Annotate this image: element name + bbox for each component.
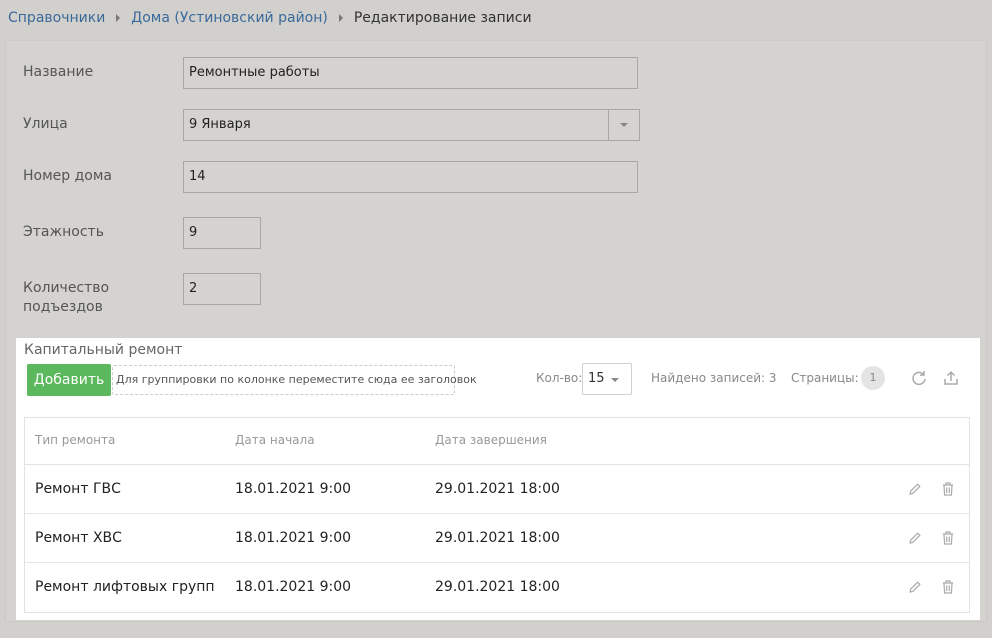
table-row[interactable]: Ремонт ГВС 18.01.2021 9:00 29.01.2021 18… xyxy=(25,465,969,514)
table-row[interactable]: Ремонт лифтовых групп 18.01.2021 9:00 29… xyxy=(25,563,969,612)
cell-start: 18.01.2021 9:00 xyxy=(235,579,352,595)
street-select[interactable]: 9 Января xyxy=(183,109,640,141)
floors-label: Этажность xyxy=(23,224,104,240)
name-input[interactable]: Ремонтные работы xyxy=(183,57,638,89)
street-dropdown-button[interactable] xyxy=(608,110,639,140)
table-header: Тип ремонта Дата начала Дата завершения xyxy=(25,418,969,465)
column-header-end[interactable]: Дата завершения xyxy=(435,433,547,447)
cell-type: Ремонт ГВС xyxy=(35,481,121,497)
page-number-button[interactable]: 1 xyxy=(861,366,885,390)
column-header-type[interactable]: Тип ремонта xyxy=(35,433,115,447)
trash-icon[interactable] xyxy=(939,528,957,548)
breadcrumb-separator-icon xyxy=(338,14,343,22)
entrances-label-line1: Количество xyxy=(23,280,110,296)
refresh-icon[interactable] xyxy=(909,368,929,388)
cell-type: Ремонт лифтовых групп xyxy=(35,579,215,595)
breadcrumb-link-directories[interactable]: Справочники xyxy=(8,10,105,26)
pencil-icon[interactable] xyxy=(906,479,924,499)
repairs-table: Тип ремонта Дата начала Дата завершения … xyxy=(24,417,970,613)
breadcrumb-separator-icon xyxy=(116,14,121,22)
pencil-icon[interactable] xyxy=(906,528,924,548)
entrances-label-line2: подъездов xyxy=(23,299,103,315)
street-select-value: 9 Января xyxy=(189,117,251,132)
records-found-text: Найдено записей: 3 xyxy=(651,371,777,385)
floors-input[interactable]: 9 xyxy=(183,217,261,249)
street-label: Улица xyxy=(23,116,68,132)
name-label: Название xyxy=(23,64,94,80)
cell-end: 29.01.2021 18:00 xyxy=(435,530,560,546)
house-number-label: Номер дома xyxy=(23,168,112,184)
pages-label: Страницы: xyxy=(791,371,859,385)
house-number-input[interactable]: 14 xyxy=(183,161,638,193)
group-drop-zone[interactable]: Для группировки по колонке переместите с… xyxy=(112,365,477,395)
chevron-down-icon xyxy=(620,123,628,127)
trash-icon[interactable] xyxy=(939,479,957,499)
capital-repair-section: Капитальный ремонт Добавить Для группиро… xyxy=(16,338,980,620)
entrances-input[interactable]: 2 xyxy=(183,273,261,305)
column-header-start[interactable]: Дата начала xyxy=(235,433,315,447)
trash-icon[interactable] xyxy=(939,577,957,597)
table-row[interactable]: Ремонт ХВС 18.01.2021 9:00 29.01.2021 18… xyxy=(25,514,969,563)
entrances-label: Количество подъездов xyxy=(23,279,109,317)
cell-end: 29.01.2021 18:00 xyxy=(435,579,560,595)
export-icon[interactable] xyxy=(941,368,961,388)
page-size-value: 15 xyxy=(588,371,605,386)
cell-start: 18.01.2021 9:00 xyxy=(235,481,352,497)
cell-type: Ремонт ХВС xyxy=(35,530,122,546)
pencil-icon[interactable] xyxy=(906,577,924,597)
cell-start: 18.01.2021 9:00 xyxy=(235,530,352,546)
section-title: Капитальный ремонт xyxy=(24,342,183,358)
cell-end: 29.01.2021 18:00 xyxy=(435,481,560,497)
page-size-select[interactable]: 15 xyxy=(582,363,632,395)
breadcrumb-link-houses[interactable]: Дома (Устиновский район) xyxy=(131,10,328,26)
add-button[interactable]: Добавить xyxy=(27,364,111,396)
breadcrumb-current: Редактирование записи xyxy=(353,10,532,26)
page-size-label: Кол-во: xyxy=(536,371,583,385)
chevron-down-icon xyxy=(611,378,619,382)
breadcrumb: Справочники Дома (Устиновский район) Ред… xyxy=(8,8,532,28)
